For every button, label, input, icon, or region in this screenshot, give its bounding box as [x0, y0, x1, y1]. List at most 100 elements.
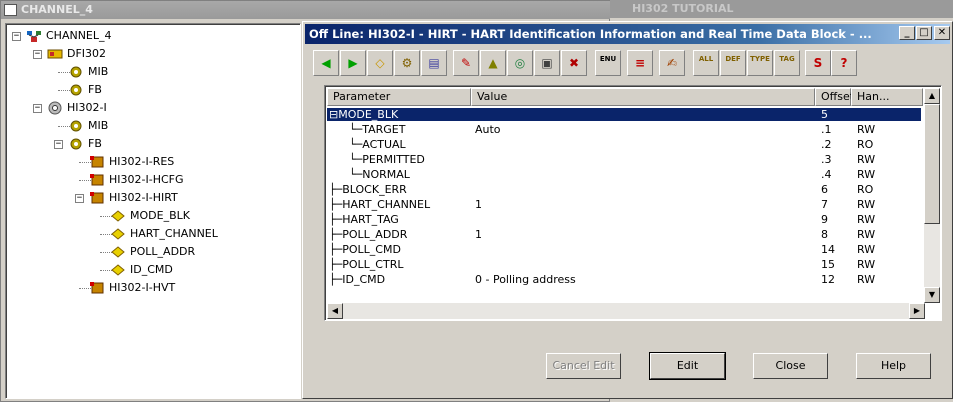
type-icon[interactable]: TYPE: [747, 50, 773, 76]
scroll-left-button[interactable]: ◀: [327, 303, 343, 319]
scroll-down-button[interactable]: ▼: [924, 287, 940, 303]
background-window-title: HI302 TUTORIAL: [632, 2, 734, 15]
table-row[interactable]: └─ACTUAL .2 RO: [327, 138, 921, 151]
horizontal-scrollbar[interactable]: ◀ ▶: [327, 303, 925, 319]
arrow-down-icon: ▼: [928, 290, 936, 299]
diamond-icon[interactable]: ◇: [367, 50, 393, 76]
all-icon[interactable]: ALL: [693, 50, 719, 76]
help-topic-icon[interactable]: ?: [831, 50, 857, 76]
scroll-right-button[interactable]: ▶: [909, 303, 925, 319]
pen-icon[interactable]: ✎: [453, 50, 479, 76]
tree-node[interactable]: ID_CMD: [6, 262, 296, 278]
background-window-titlebar[interactable]: HI302 TUTORIAL: [610, 0, 953, 18]
table-row[interactable]: └─NORMAL .4 RW: [327, 168, 921, 181]
project-tree[interactable]: − CHANNEL_4 − DFI302 MIB FB − HI302-I MIB − FB HI30…: [5, 23, 301, 399]
write-icon[interactable]: ✍: [659, 50, 685, 76]
cell-offset: .4: [821, 168, 832, 181]
tree-node[interactable]: − HI302-I: [6, 100, 296, 116]
tree-node[interactable]: − CHANNEL_4: [6, 28, 296, 44]
list-icon[interactable]: ≡: [627, 50, 653, 76]
parameter-grid[interactable]: Parameter Value Offset Han... ⊟MODE_BLK 5…: [324, 85, 942, 321]
tree-node[interactable]: HI302-I-HVT: [6, 280, 296, 296]
column-header-label: Parameter: [333, 90, 391, 103]
collapse-toggle-icon[interactable]: −: [33, 50, 42, 59]
tree-node[interactable]: MIB: [6, 64, 296, 80]
tree-node[interactable]: FB: [6, 82, 296, 98]
table-row[interactable]: ├─POLL_CMD 14 RW: [327, 243, 921, 256]
tree-node[interactable]: MODE_BLK: [6, 208, 296, 224]
display-icon[interactable]: ▣: [534, 50, 560, 76]
column-header-offset[interactable]: Offset: [815, 88, 854, 106]
tree-node[interactable]: − DFI302: [6, 46, 296, 62]
vertical-scroll-thumb[interactable]: [924, 104, 940, 224]
table-row[interactable]: ├─BLOCK_ERR 6 RO: [327, 183, 921, 196]
arrow-left-icon: ◀: [331, 306, 339, 315]
scroll-up-button[interactable]: ▲: [924, 88, 940, 104]
tree-node-label: HI302-I: [67, 101, 107, 114]
wizard-icon[interactable]: ✖: [561, 50, 587, 76]
tree-node-label: FB: [88, 83, 102, 96]
tree-node-label: MIB: [88, 119, 109, 132]
settings-icon[interactable]: ⚙: [394, 50, 420, 76]
tree-node-label: MIB: [88, 65, 109, 78]
tree-node[interactable]: HI302-I-HCFG: [6, 172, 296, 188]
tree-node-label: HI302-I-RES: [109, 155, 175, 168]
maximize-button[interactable]: □: [916, 26, 932, 40]
bell-icon[interactable]: ▲: [480, 50, 506, 76]
table-row[interactable]: ├─ID_CMD 0 - Polling address 12 RW: [327, 273, 921, 286]
default-icon[interactable]: DEF: [720, 50, 746, 76]
cell-handling: RW: [857, 243, 876, 256]
help-button[interactable]: Help: [856, 353, 931, 379]
collapse-toggle-icon[interactable]: −: [33, 104, 42, 113]
enum-icon[interactable]: ENU: [595, 50, 621, 76]
tree-node[interactable]: HART_CHANNEL: [6, 226, 296, 242]
collapse-toggle-icon[interactable]: −: [54, 140, 63, 149]
column-header-parameter[interactable]: Parameter: [327, 88, 471, 106]
tree-node[interactable]: POLL_ADDR: [6, 244, 296, 260]
back-icon[interactable]: ◀: [313, 50, 339, 76]
tree-node[interactable]: − FB: [6, 136, 296, 152]
tree-node[interactable]: MIB: [6, 118, 296, 134]
column-header-label: Han...: [857, 90, 890, 103]
toolbar-glyph: DEF: [725, 55, 741, 63]
collapse-toggle-icon[interactable]: −: [75, 194, 84, 203]
dialog-toolbar: ◀ ▶ ◇ ⚙ ▤ ✎ ▲ ◎ ▣ ✖ ENU ≡ ✍ ALL DEF TYPE TAG S?: [305, 48, 950, 78]
tree-window-titlebar[interactable]: CHANNEL_4: [1, 1, 610, 19]
cell-parameter: ├─POLL_CMD: [329, 243, 401, 256]
cell-parameter: └─ACTUAL: [349, 138, 406, 151]
table-row[interactable]: ├─HART_TAG 9 RW: [327, 213, 921, 226]
cell-offset: 9: [821, 213, 828, 226]
s-icon[interactable]: S: [805, 50, 831, 76]
column-header-handling[interactable]: Han...: [851, 88, 923, 106]
cancel-edit-button[interactable]: Cancel Edit: [546, 353, 621, 379]
edit-button[interactable]: Edit: [649, 352, 726, 380]
table-row[interactable]: ⊟MODE_BLK 5: [327, 108, 921, 121]
tag-icon[interactable]: TAG: [774, 50, 800, 76]
minimize-button[interactable]: _: [899, 26, 915, 40]
cell-value: Auto: [475, 123, 501, 136]
tree-node-label: HI302-I-HCFG: [109, 173, 184, 186]
toolbar-glyph: ▣: [541, 56, 553, 70]
cell-offset: 12: [821, 273, 835, 286]
collapse-toggle-icon[interactable]: −: [12, 32, 21, 41]
table-row[interactable]: ├─HART_CHANNEL 1 7 RW: [327, 198, 921, 211]
table-row[interactable]: ├─POLL_CTRL 15 RW: [327, 258, 921, 271]
dialog-titlebar[interactable]: Off Line: HI302-I - HIRT - HART Identifi…: [305, 24, 950, 44]
table-row[interactable]: ├─POLL_ADDR 1 8 RW: [327, 228, 921, 241]
close-button[interactable]: Close: [753, 353, 828, 379]
vertical-scrollbar[interactable]: ▲ ▼: [924, 88, 940, 303]
tree-node[interactable]: − HI302-I-HIRT: [6, 190, 296, 206]
toolbar-glyph: ⚙: [401, 56, 413, 70]
table-row[interactable]: └─PERMITTED .3 RW: [327, 153, 921, 166]
forward-icon[interactable]: ▶: [340, 50, 366, 76]
column-header-value[interactable]: Value: [471, 88, 815, 106]
column-header-label: Value: [477, 90, 508, 103]
monitor-icon[interactable]: ◎: [507, 50, 533, 76]
gear-icon: [68, 83, 84, 97]
tree-node[interactable]: HI302-I-RES: [6, 154, 296, 170]
tree-node-label: FB: [88, 137, 102, 150]
desktop: CHANNEL_4 − CHANNEL_4− DFI302 MIB FB − HI302-I…: [0, 0, 953, 402]
close-window-button[interactable]: ✕: [934, 26, 950, 40]
table-row[interactable]: └─TARGET Auto .1 RW: [327, 123, 921, 136]
edit-block-icon[interactable]: ▤: [421, 50, 447, 76]
